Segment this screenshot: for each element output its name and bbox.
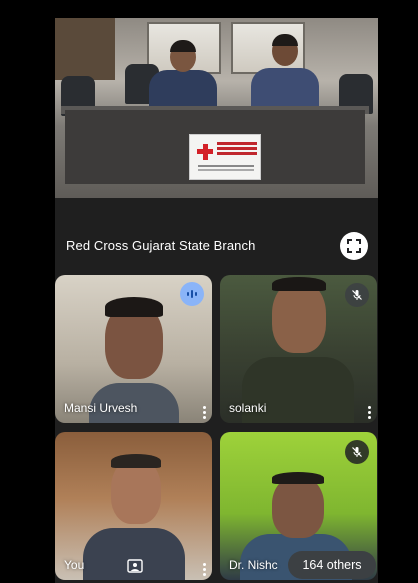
mic-off-icon	[352, 447, 362, 457]
participant-name: Mansi Urvesh	[64, 401, 138, 415]
fullscreen-icon	[347, 239, 361, 253]
participant-name: solanki	[229, 401, 267, 415]
speaking-icon	[187, 290, 197, 298]
self-view-frame-icon[interactable]	[127, 559, 143, 573]
more-vert-icon[interactable]	[203, 411, 206, 414]
muted-indicator	[345, 440, 369, 464]
more-vert-icon[interactable]	[203, 568, 206, 571]
participant-tile[interactable]: Mansi Urvesh	[55, 275, 212, 423]
more-vert-icon[interactable]	[368, 411, 371, 414]
mic-off-icon	[352, 290, 362, 300]
main-tile-name: Red Cross Gujarat State Branch	[66, 238, 256, 253]
participant-face	[272, 476, 324, 538]
participant-tile[interactable]: solanki	[220, 275, 377, 423]
red-cross-banner	[189, 134, 261, 180]
main-video-feed	[55, 18, 378, 198]
meeting-screen: Red Cross Gujarat State Branch Mansi Urv…	[55, 18, 378, 583]
muted-indicator	[345, 283, 369, 307]
participant-hair	[272, 277, 326, 291]
participant-tile-self[interactable]: You	[55, 432, 212, 580]
participant-face	[272, 281, 326, 353]
participant-hair	[272, 472, 324, 484]
fullscreen-button[interactable]	[340, 232, 368, 260]
participant-hair	[105, 297, 163, 317]
speaking-indicator	[180, 282, 204, 306]
others-count-button[interactable]: 164 others	[288, 551, 376, 579]
participant-name: Dr. Nishc	[229, 558, 278, 572]
participant-name: You	[64, 558, 85, 572]
participant-hair	[111, 454, 161, 468]
background-cabinet	[55, 18, 115, 80]
main-speaker-tile[interactable]: Red Cross Gujarat State Branch	[55, 18, 378, 266]
